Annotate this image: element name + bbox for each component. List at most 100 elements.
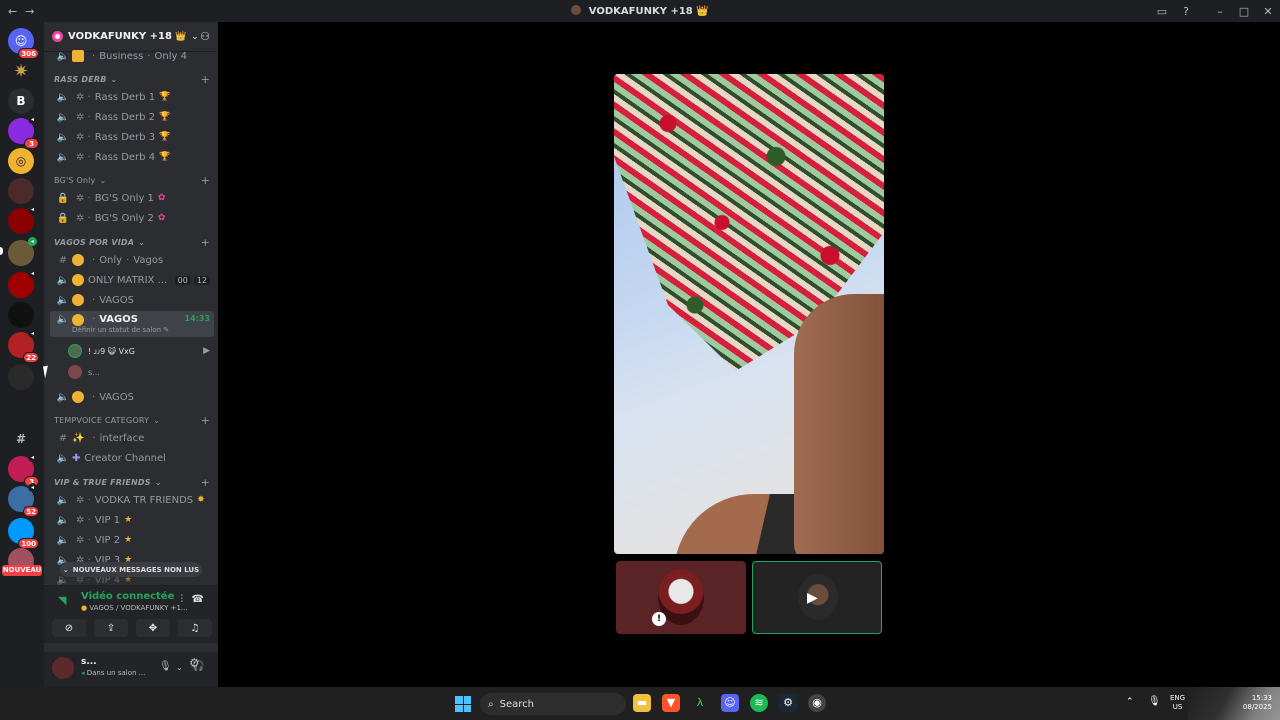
microphone-icon[interactable]: 🎙 [159,661,172,672]
channel-interface[interactable]: # ✨ · interface [50,429,214,447]
close-icon[interactable]: ✕ [1256,5,1280,18]
back-arrow-icon[interactable]: ← [8,5,17,18]
channel-rass-derb-4[interactable]: 🔈 ✲ · Rass Derb 4 🏆 [50,148,214,166]
channel-vagos-1[interactable]: 🔈 · VAGOS [50,291,214,309]
channel-rass-derb-3[interactable]: 🔈 ✲ · Rass Derb 3 🏆 [50,128,214,146]
avatar[interactable] [52,657,74,679]
direct-messages-button[interactable]: ☺ 306 [8,28,39,59]
chevron-down-icon: ⌄ [191,31,199,42]
windows-start-icon[interactable] [455,696,471,712]
add-channel-icon[interactable]: + [201,476,210,489]
participant-tile[interactable]: ! [616,561,746,634]
channel-vip-2[interactable]: 🔈 ✲ · VIP 2 ★ [50,531,214,549]
help-icon[interactable]: ? [1174,5,1198,18]
server-red-2[interactable]: ◂ [8,269,37,298]
channel-business[interactable]: 🔈 · Business · Only 4 [50,47,214,65]
category-rass-derb[interactable]: RASS DERB ⌄ + [50,71,214,87]
steam-icon[interactable]: ⚙ [779,694,797,712]
category-vagos-por-vida[interactable]: VAGOS POR VIDA ⌄ + [50,234,214,250]
category-bgs-only[interactable]: BG'S Only ⌄ + [50,172,214,188]
channel-creator[interactable]: 🔈 ✚ Creator Channel [50,449,214,467]
hashtag-icon: # [58,432,68,444]
forward-arrow-icon[interactable]: → [25,5,34,18]
server-hashtag[interactable]: # [8,426,34,452]
noise-suppression-icon[interactable]: ⫶ [181,594,184,605]
signal-icon[interactable]: ◥ [58,594,66,607]
language-indicator[interactable]: ENG US [1170,694,1185,712]
minimize-icon[interactable]: – [1208,5,1232,18]
server-yellow[interactable]: ◎ [8,148,34,174]
brave-browser-icon[interactable]: ▼ [662,694,680,712]
speaker-icon: 🔈 [56,452,70,464]
channel-rass-derb-1[interactable]: 🔈 ✲ · Rass Derb 1 🏆 [50,88,214,106]
server-blue[interactable]: ◂ 52 [8,483,39,517]
server-cyan[interactable]: 100 [8,518,39,549]
category-vip[interactable]: VIP & TRUE FRIENDS ⌄ + [50,474,214,490]
add-channel-icon[interactable]: + [201,414,210,427]
new-badge[interactable]: NOUVEAU [2,565,42,576]
settings-gear-icon[interactable]: ⚙ [189,656,200,670]
inbox-icon[interactable]: ▭ [1150,5,1174,18]
category-tempvoice[interactable]: TEMPVOICE CATEGORY ⌄ + [50,412,214,428]
user-name[interactable]: s... [81,657,97,667]
soundboard-button[interactable]: ♫ [178,619,212,637]
channel-only-matrix[interactable]: 🔈 ONLY MATRIX ... 00 12 [50,271,214,289]
channel-rass-derb-2[interactable]: 🔈 ✲ · Rass Derb 2 🏆 [50,108,214,126]
server-vodkafunky[interactable]: ◂ [8,237,37,266]
channel-vagos-3[interactable]: 🔈 · VAGOS [50,388,214,406]
category-name: VAGOS POR VIDA [54,237,135,247]
server-pink[interactable]: ◂ 3 [8,453,39,487]
chevron-up-icon[interactable]: ⌃ [1126,697,1134,707]
channel-vip-1[interactable]: 🔈 ✲ · VIP 1 ★ [50,511,214,529]
taskbar-search[interactable]: ⌕ Search [480,693,626,715]
server-skull-2[interactable] [8,394,34,420]
maximize-icon[interactable]: □ [1232,5,1256,18]
microphone-icon[interactable]: 🎙 [1148,696,1161,707]
screen-share-button[interactable]: ⇪ [94,619,128,637]
voice-member[interactable]: ! ᴊᴊ9 😺 VxG ▶ [68,342,214,360]
channel-name: VIP 2 [94,534,121,546]
lambda-app-icon[interactable]: λ [691,694,709,712]
voice-channel-link[interactable]: ● VAGOS / VODKAFUNKY +1... [81,604,188,612]
server-red-3[interactable]: ◂ 22 [8,329,39,363]
voice-member[interactable]: s... [68,363,214,381]
channel-name: BG'S Only 1 [94,192,154,204]
focused-video-stream[interactable] [614,74,884,554]
nav-arrows: ← → [0,5,34,18]
activities-button[interactable]: ✥ [136,619,170,637]
channel-name: VODKA TR FRIENDS [94,494,194,506]
clock[interactable]: 15:33 08/2025 [1243,694,1272,712]
speaker-icon: 🔈 [56,514,70,526]
vagos-emoji-icon [72,254,84,266]
server-red-1[interactable]: ◂ [8,205,37,234]
server-neon[interactable]: ◂ 3 [8,115,39,149]
channel-bgs-only-1[interactable]: 🔒 ✲ · BG'S Only 1 ✿ [50,189,214,207]
camera-off-button[interactable]: ⊘ [52,619,86,637]
add-channel-icon[interactable]: + [201,73,210,86]
discord-app: ← → VODKAFUNKY +18 👑 ▭ ? – □ ✕ ☺ 306 ✷ B… [0,0,1280,720]
disconnect-icon[interactable]: ☎ [192,594,204,605]
participant-tile-speaking[interactable]: ▶ [752,561,882,634]
server-dark-2[interactable] [8,364,34,390]
set-channel-status[interactable]: Définir un statut de salon ✎ [72,326,169,334]
channel-bgs-only-2[interactable]: 🔒 ✲ · BG'S Only 2 ✿ [50,209,214,227]
voice-status[interactable]: Vidéo connectée [81,591,174,602]
app-icon[interactable]: ◉ [808,694,826,712]
file-explorer-icon[interactable]: ▬ [633,694,651,712]
server-b[interactable]: B [8,88,34,114]
add-channel-icon[interactable]: + [201,174,210,187]
channel-only-vagos[interactable]: # · Only · Vagos [50,251,214,269]
channel-vodka-friends[interactable]: 🔈 ✲ · VODKA TR FRIENDS ✸ [50,491,214,509]
server-skull[interactable] [8,302,34,328]
chevron-down-icon[interactable]: ⌄ [176,663,183,672]
invite-people-icon[interactable]: ⚇ [200,30,210,43]
spotify-icon[interactable]: ≋ [750,694,768,712]
window-title: VODKAFUNKY +18 👑 [0,5,1280,17]
server-sheriff[interactable]: ✷ [8,58,34,84]
unread-messages-pill[interactable]: ⌄ NOUVEAUX MESSAGES NON LUS [60,562,202,577]
channel-vagos-active[interactable]: 🔈 · VAGOS 14:33 Définir un statut de sal… [50,311,214,337]
add-channel-icon[interactable]: + [201,236,210,249]
voice-icon: ◂ [28,329,37,338]
discord-taskbar-icon[interactable]: ☺ [721,694,739,712]
server-dark-1[interactable] [8,178,34,204]
